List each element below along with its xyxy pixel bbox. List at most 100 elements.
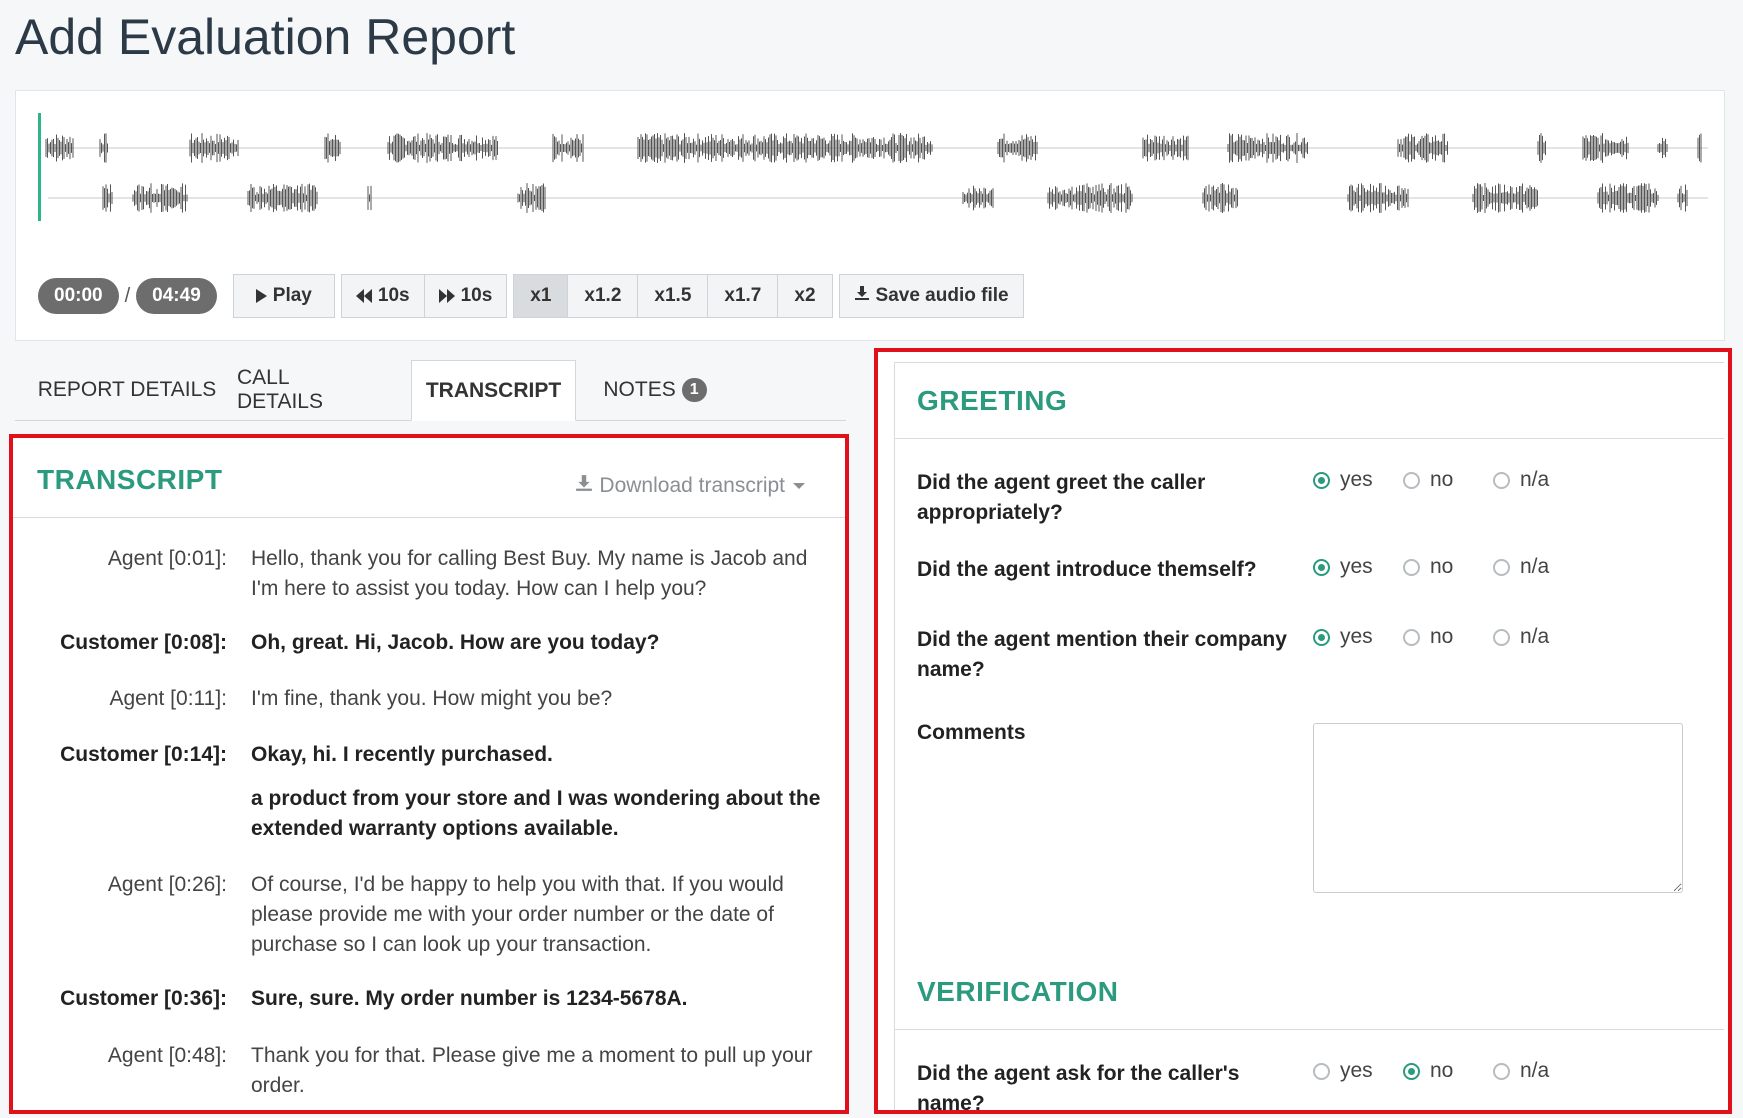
tab-notes-label: NOTES bbox=[603, 378, 676, 401]
speed-x1.7-button[interactable]: x1.7 bbox=[708, 274, 779, 318]
page-title: Add Evaluation Report bbox=[15, 9, 516, 65]
tab-report-details[interactable]: REPORT DETAILS bbox=[37, 360, 217, 420]
evaluation-form-panel: GREETING Did the agent greet the caller … bbox=[874, 348, 1732, 1114]
radio-na[interactable]: n/a bbox=[1493, 625, 1563, 649]
transcript-speaker: Agent [0:01]: bbox=[107, 547, 227, 570]
duration: 04:49 bbox=[136, 278, 217, 314]
radio-group-introduce-self: yes no n/a bbox=[1313, 555, 1563, 579]
play-icon bbox=[255, 289, 267, 303]
transcript-header: TRANSCRIPT Download transcript bbox=[13, 438, 845, 518]
transcript-text: Hello, thank you for calling Best Buy. M… bbox=[251, 547, 808, 600]
download-icon bbox=[854, 285, 870, 307]
radio-label: yes bbox=[1340, 625, 1373, 648]
transcript-speaker: Agent [0:26]: bbox=[107, 873, 227, 896]
radio-no[interactable]: no bbox=[1403, 555, 1493, 579]
play-button[interactable]: Play bbox=[232, 274, 335, 318]
tab-notes[interactable]: NOTES 1 bbox=[595, 360, 715, 420]
transcript-speaker: Agent [0:48]: bbox=[107, 1044, 227, 1067]
radio-yes[interactable]: yes bbox=[1313, 468, 1403, 492]
transcript-text: Sure, sure. My order number is 1234-5678… bbox=[251, 987, 688, 1010]
radio-label: n/a bbox=[1520, 555, 1550, 578]
radio-label: no bbox=[1430, 1059, 1454, 1082]
radio-button[interactable] bbox=[1403, 628, 1420, 646]
transcript-text: Of course, I'd be happy to help you with… bbox=[251, 873, 784, 956]
tab-transcript[interactable]: TRANSCRIPT bbox=[411, 360, 576, 421]
transcript-title: TRANSCRIPT bbox=[37, 464, 223, 495]
audio-waveform[interactable] bbox=[38, 113, 1708, 221]
radio-label: no bbox=[1430, 555, 1454, 578]
speed-x2-button[interactable]: x2 bbox=[778, 274, 833, 318]
radio-label: yes bbox=[1340, 468, 1373, 491]
transcript-text: a product from your store and I was wond… bbox=[251, 787, 821, 840]
question-company-name: Did the agent mention their company name… bbox=[917, 628, 1287, 681]
current-time: 00:00 bbox=[38, 278, 119, 314]
radio-label: yes bbox=[1340, 1059, 1373, 1082]
radio-button-checked[interactable] bbox=[1313, 628, 1330, 646]
transcript-text: Oh, great. Hi, Jacob. How are you today? bbox=[251, 631, 660, 654]
transcript-speaker: Customer [0:36]: bbox=[60, 987, 227, 1010]
download-icon bbox=[575, 474, 593, 498]
question-caller-name: Did the agent ask for the caller's name? bbox=[917, 1062, 1240, 1114]
radio-na[interactable]: n/a bbox=[1493, 555, 1563, 579]
transcript-speaker: Customer [0:14]: bbox=[60, 743, 227, 766]
audio-player: 00:00 / 04:49 Play 10s 10s x1 x1.2 x1.5 … bbox=[15, 90, 1725, 341]
transcript-panel: TRANSCRIPT Download transcript Agent [0:… bbox=[9, 434, 849, 1114]
radio-no[interactable]: no bbox=[1403, 1059, 1493, 1083]
radio-no[interactable]: no bbox=[1403, 468, 1493, 492]
time-separator: / bbox=[124, 284, 131, 307]
speed-x1-button[interactable]: x1 bbox=[513, 274, 569, 318]
transcript-speaker: Customer [0:08]: bbox=[60, 631, 227, 654]
evaluation-form: GREETING Did the agent greet the caller … bbox=[894, 362, 1724, 1110]
rewind-10s-button[interactable]: 10s bbox=[340, 274, 425, 318]
forward-10s-button[interactable]: 10s bbox=[424, 274, 508, 318]
section-divider bbox=[895, 438, 1724, 439]
radio-yes[interactable]: yes bbox=[1313, 625, 1403, 649]
radio-label: yes bbox=[1340, 555, 1373, 578]
radio-button-checked[interactable] bbox=[1313, 471, 1330, 489]
rewind-icon bbox=[355, 289, 372, 303]
download-transcript-label: Download transcript bbox=[599, 474, 785, 497]
radio-button[interactable] bbox=[1493, 628, 1510, 646]
radio-button-checked[interactable] bbox=[1313, 558, 1330, 576]
transcript-text: Okay, hi. I recently purchased. bbox=[251, 743, 553, 766]
tab-call-details[interactable]: CALL DETAILS bbox=[237, 360, 377, 420]
save-audio-button[interactable]: Save audio file bbox=[838, 274, 1024, 318]
radio-no[interactable]: no bbox=[1403, 625, 1493, 649]
transcript-speaker: Agent [0:11]: bbox=[109, 687, 227, 710]
verification-section-title: VERIFICATION bbox=[917, 976, 1119, 1007]
waveform-channel-2 bbox=[48, 183, 1708, 213]
radio-label: n/a bbox=[1520, 625, 1550, 648]
radio-label: no bbox=[1430, 625, 1454, 648]
question-greet-caller: Did the agent greet the caller appropria… bbox=[917, 471, 1206, 524]
transcript-text: Thank you for that. Please give me a mom… bbox=[251, 1044, 813, 1097]
radio-button[interactable] bbox=[1493, 471, 1510, 489]
radio-label: no bbox=[1430, 468, 1454, 491]
radio-button-checked[interactable] bbox=[1403, 1062, 1420, 1080]
radio-label: n/a bbox=[1520, 1059, 1550, 1082]
forward-label: 10s bbox=[460, 285, 493, 306]
playback-speed-group: x1 x1.2 x1.5 x1.7 x2 bbox=[513, 274, 833, 318]
section-divider bbox=[895, 1029, 1724, 1030]
radio-group-company-name: yes no n/a bbox=[1313, 625, 1563, 649]
radio-button[interactable] bbox=[1493, 558, 1510, 576]
greeting-section-title: GREETING bbox=[917, 385, 1068, 416]
waveform-channel-1 bbox=[45, 133, 1708, 163]
speed-x1.2-button[interactable]: x1.2 bbox=[568, 274, 639, 318]
report-tabs: REPORT DETAILS CALL DETAILS TRANSCRIPT N… bbox=[15, 360, 846, 421]
comments-textarea[interactable] bbox=[1313, 723, 1683, 893]
fast-forward-icon bbox=[438, 289, 455, 303]
radio-group-greet-caller: yes no n/a bbox=[1313, 468, 1563, 492]
radio-yes[interactable]: yes bbox=[1313, 1059, 1403, 1083]
save-audio-label: Save audio file bbox=[875, 285, 1009, 306]
radio-yes[interactable]: yes bbox=[1313, 555, 1403, 579]
radio-button[interactable] bbox=[1313, 1062, 1330, 1080]
radio-button[interactable] bbox=[1403, 471, 1420, 489]
download-transcript-dropdown[interactable]: Download transcript bbox=[575, 474, 805, 498]
play-label: Play bbox=[272, 285, 312, 306]
radio-na[interactable]: n/a bbox=[1493, 468, 1563, 492]
radio-button[interactable] bbox=[1493, 1062, 1510, 1080]
speed-x1.5-button[interactable]: x1.5 bbox=[638, 274, 709, 318]
radio-na[interactable]: n/a bbox=[1493, 1059, 1563, 1083]
radio-button[interactable] bbox=[1403, 558, 1420, 576]
notes-count-badge: 1 bbox=[681, 378, 707, 402]
